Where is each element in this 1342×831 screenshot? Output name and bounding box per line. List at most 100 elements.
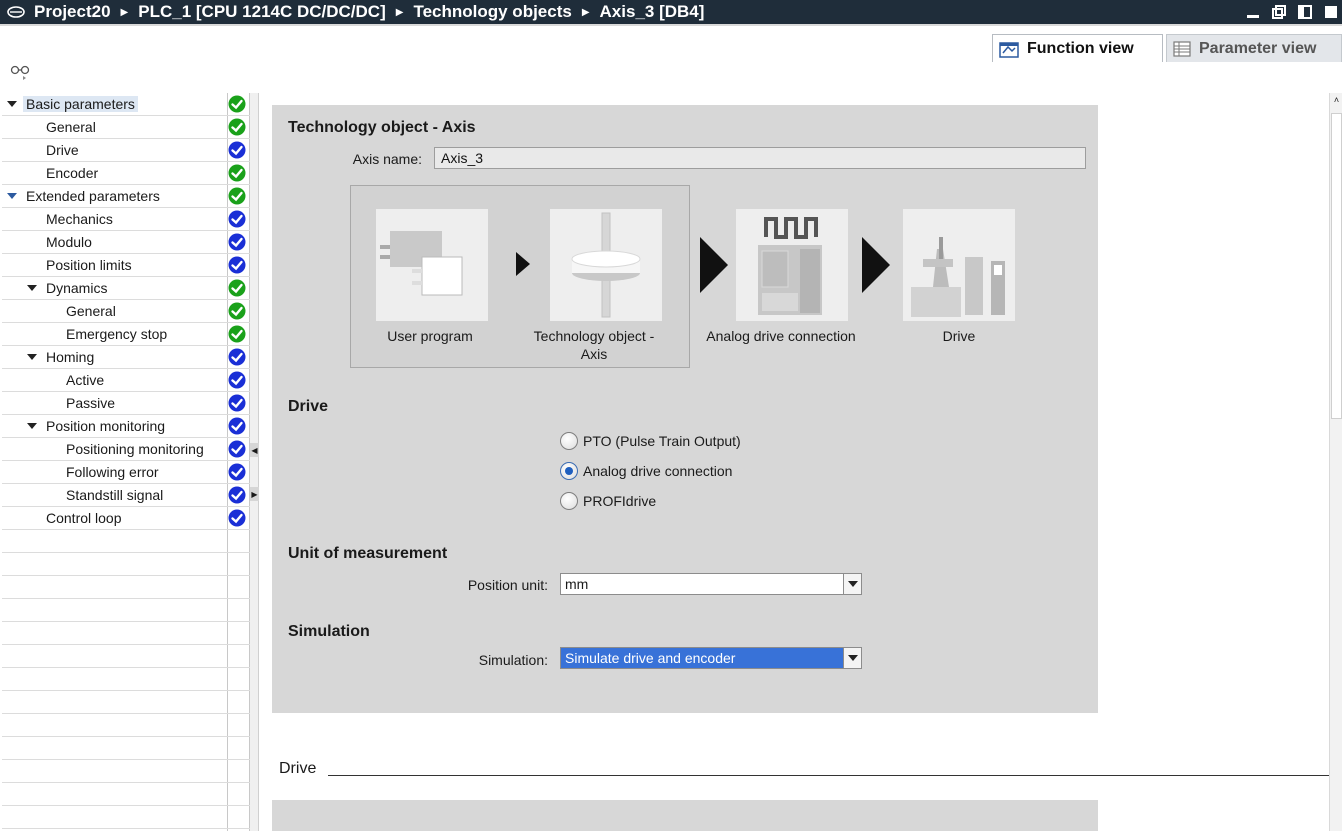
tree-item-position-limits[interactable]: Position limits	[2, 254, 250, 277]
breadcrumb-separator-icon: ▶	[581, 6, 590, 18]
user-program-label: User program	[387, 328, 473, 344]
tree-item-label: Active	[66, 372, 105, 388]
vertical-scrollbar[interactable]: ˄	[1329, 93, 1342, 831]
tree-item-label: General	[46, 119, 96, 135]
technology-object-panel: Technology object - Axis Axis name: User…	[272, 105, 1098, 713]
radio-profidrive-label: PROFIdrive	[583, 493, 657, 509]
chevron-down-icon[interactable]	[843, 648, 861, 668]
tree-item-label: General	[66, 303, 116, 319]
tree-item-mechanics[interactable]: Mechanics	[2, 208, 250, 231]
tree-item-drive[interactable]: Drive	[2, 139, 250, 162]
tree-item-label: Extended parameters	[26, 188, 160, 204]
user-program-tile[interactable]	[376, 209, 488, 321]
status-complete-icon	[228, 371, 246, 389]
expand-caret-icon[interactable]	[26, 351, 38, 363]
expand-caret-icon[interactable]	[6, 190, 18, 202]
breadcrumb-technology-objects[interactable]: Technology objects	[413, 2, 571, 22]
axis-name-field[interactable]	[434, 147, 1086, 169]
tree-item-dynamics[interactable]: Dynamics	[2, 277, 250, 300]
tree-item-extended-parameters[interactable]: Extended parameters	[2, 185, 250, 208]
tree-item-basic-parameters[interactable]: Basic parameters	[2, 93, 250, 116]
tab-function-view[interactable]: Function view	[992, 34, 1163, 62]
analog-drive-connection-tile[interactable]	[736, 209, 848, 321]
analog-drive-connection-icon	[758, 217, 822, 315]
drive-area-heading: Drive	[279, 760, 317, 777]
technology-object-tile[interactable]	[550, 209, 662, 321]
drive-icon	[911, 237, 1005, 317]
glasses-icon[interactable]	[10, 64, 32, 82]
drive-section-title: Drive	[288, 398, 329, 415]
project-icon	[7, 6, 25, 18]
tree-item-active[interactable]: Active	[2, 369, 250, 392]
radio-pto[interactable]	[560, 432, 578, 450]
panel-title: Technology object - Axis	[288, 119, 476, 136]
tree-item-emergency-stop[interactable]: Emergency stop	[2, 323, 250, 346]
minimize-icon[interactable]	[1242, 3, 1264, 21]
tree-item-label: Following error	[66, 464, 159, 480]
window-controls	[1238, 0, 1342, 24]
expand-caret-icon[interactable]	[6, 98, 18, 110]
breadcrumb-separator-icon: ▶	[395, 6, 404, 18]
position-unit-select[interactable]: mm	[560, 573, 862, 595]
tree-item-standstill-signal[interactable]: Standstill signal	[2, 484, 250, 507]
restore-icon[interactable]	[1268, 3, 1290, 21]
radio-analog-drive-connection[interactable]	[560, 462, 578, 480]
float-window-icon[interactable]	[1294, 3, 1316, 21]
tree-empty-row	[2, 645, 250, 668]
tree-item-position-monitoring[interactable]: Position monitoring	[2, 415, 250, 438]
tree-item-label: Emergency stop	[66, 326, 168, 342]
drive-panel	[272, 800, 1098, 831]
technology-object-label-line1: Technology object -	[533, 328, 655, 344]
parameter-view-icon	[1173, 40, 1191, 57]
tree-item-passive[interactable]: Passive	[2, 392, 250, 415]
radio-profidrive[interactable]	[560, 492, 578, 510]
panel-splitter[interactable]: ◀ ▶	[250, 93, 259, 831]
tree-item-general[interactable]: General	[2, 116, 250, 139]
breadcrumb-project[interactable]: Project20	[34, 2, 111, 22]
tree-item-label: Basic parameters	[23, 96, 138, 112]
tree-empty-row	[2, 783, 250, 806]
tree-item-following-error[interactable]: Following error	[2, 461, 250, 484]
simulation-label: Simulation:	[478, 652, 548, 668]
drive-tile[interactable]	[903, 209, 1015, 321]
drive-label: Drive	[942, 328, 976, 344]
tree-item-label: Encoder	[46, 165, 99, 181]
tree-empty-row	[2, 737, 250, 760]
tree-item-label: Modulo	[46, 234, 92, 250]
radio-analog-drive-connection-label: Analog drive connection	[583, 463, 733, 479]
breadcrumb-plc[interactable]: PLC_1 [CPU 1214C DC/DC/DC]	[138, 2, 386, 22]
expand-caret-icon[interactable]	[26, 420, 38, 432]
tree-item-label: Mechanics	[46, 211, 113, 227]
technology-object-icon	[571, 212, 641, 318]
status-ok-icon	[228, 187, 246, 205]
flow-arrow-icon	[700, 237, 728, 293]
tree-item-encoder[interactable]: Encoder	[2, 162, 250, 185]
flow-arrow-icon	[862, 237, 890, 293]
tree-item-label: Passive	[66, 395, 116, 411]
tree-item-label: Drive	[46, 142, 79, 158]
tree-empty-row	[2, 553, 250, 576]
tree-item-label: Dynamics	[46, 280, 108, 296]
scrollbar-thumb[interactable]	[1331, 113, 1342, 419]
status-ok-icon	[228, 325, 246, 343]
scroll-up-icon[interactable]: ˄	[1331, 95, 1342, 109]
function-view-icon	[999, 41, 1019, 58]
tree-item-modulo[interactable]: Modulo	[2, 231, 250, 254]
chevron-down-icon[interactable]	[843, 574, 861, 594]
tree-item-control-loop[interactable]: Control loop	[2, 507, 250, 530]
tab-parameter-view[interactable]: Parameter view	[1166, 34, 1342, 62]
status-complete-icon	[228, 348, 246, 366]
tree-item-homing[interactable]: Homing	[2, 346, 250, 369]
status-complete-icon	[228, 210, 246, 228]
breadcrumb-axis[interactable]: Axis_3 [DB4]	[600, 2, 705, 22]
simulation-select[interactable]: Simulate drive and encoder	[560, 647, 862, 669]
expand-caret-icon[interactable]	[26, 282, 38, 294]
close-icon[interactable]	[1320, 3, 1342, 21]
collapse-left-icon[interactable]: ◀	[250, 443, 259, 457]
expand-right-icon[interactable]: ▶	[250, 487, 259, 501]
navigation-tree: Basic parameters General Drive Encoder Exten…	[2, 93, 250, 831]
tree-item-positioning-monitoring[interactable]: Positioning monitoring	[2, 438, 250, 461]
tree-item-dynamics-general[interactable]: General	[2, 300, 250, 323]
status-complete-icon	[228, 509, 246, 527]
tree-empty-row	[2, 530, 250, 553]
